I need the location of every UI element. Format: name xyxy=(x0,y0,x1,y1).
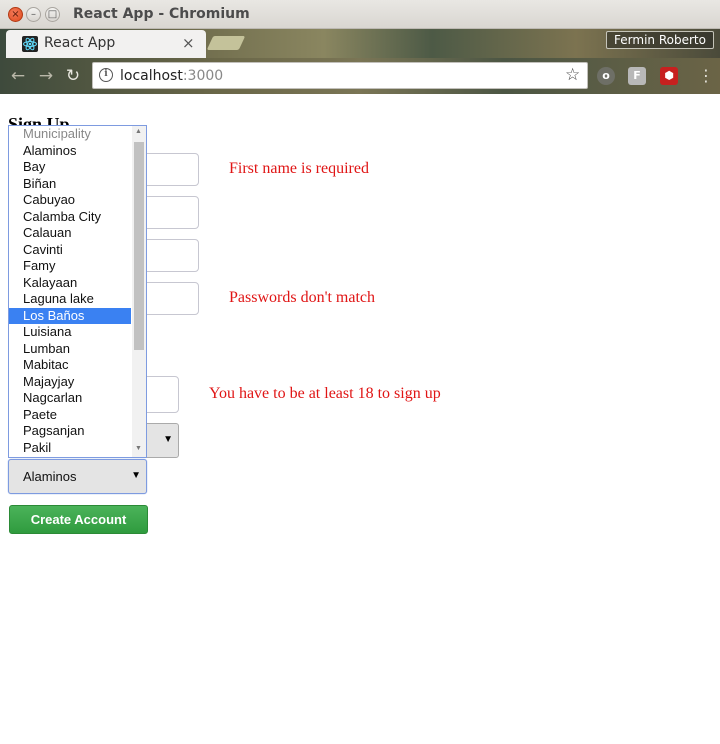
dropdown-option[interactable]: Nagcarlan xyxy=(9,390,131,407)
react-atom-icon xyxy=(22,36,38,52)
dropdown-option[interactable]: Paete xyxy=(9,407,131,424)
tab-close-icon[interactable]: × xyxy=(182,34,195,52)
dropdown-option[interactable]: Bay xyxy=(9,159,131,176)
municipality-select-value: Alaminos xyxy=(23,469,77,484)
url-port: :3000 xyxy=(182,68,224,84)
new-tab-button[interactable] xyxy=(206,36,246,50)
extension-red-icon[interactable]: ⬢ xyxy=(660,67,678,85)
dropdown-option[interactable]: Luisiana xyxy=(9,324,131,341)
url-host: localhost xyxy=(120,68,183,84)
dropdown-option[interactable]: Cabuyao xyxy=(9,192,131,209)
site-info-icon[interactable]: i xyxy=(99,68,113,82)
tab-react-app[interactable]: React App × xyxy=(6,30,206,58)
scroll-up-icon[interactable]: ▲ xyxy=(135,128,142,135)
age-error: You have to be at least 18 to sign up xyxy=(209,385,441,402)
extension-o-icon[interactable]: o xyxy=(597,67,615,85)
dropdown-option[interactable]: Biñan xyxy=(9,176,131,193)
dropdown-option[interactable]: Kalayaan xyxy=(9,275,131,292)
browser-toolbar: ← → ↻ i localhost:3000 ☆ o F ⬢ ⋮ xyxy=(0,58,720,94)
chevron-down-icon: ▼ xyxy=(131,470,141,481)
bookmark-star-icon[interactable]: ☆ xyxy=(565,65,580,85)
profile-button[interactable]: Fermin Roberto xyxy=(606,31,714,49)
window-close-button[interactable]: × xyxy=(8,7,23,22)
tab-strip: React App × Fermin Roberto xyxy=(0,29,720,58)
dropdown-option[interactable]: Laguna lake xyxy=(9,291,131,308)
dropdown-option[interactable]: Famy xyxy=(9,258,131,275)
dropdown-placeholder-option: Municipality xyxy=(23,126,91,141)
dropdown-scrollbar[interactable]: ▲ ▼ xyxy=(132,126,146,457)
url-text[interactable]: localhost:3000 xyxy=(120,68,223,84)
dropdown-option[interactable]: Majayjay xyxy=(9,374,131,391)
municipality-select[interactable]: Alaminos ▼ xyxy=(8,459,147,494)
browser-menu-icon[interactable]: ⋮ xyxy=(698,66,714,85)
municipality-dropdown-list[interactable]: ▲ ▼ Municipality Alaminos Bay Biñan Cabuyao C… xyxy=(8,125,147,458)
scroll-down-icon[interactable]: ▼ xyxy=(135,445,142,452)
dropdown-option[interactable]: Lumban xyxy=(9,341,131,358)
dropdown-option[interactable]: Los Baños xyxy=(9,307,131,324)
dropdown-option[interactable]: Alaminos xyxy=(9,143,131,160)
window-titlebar: × – □ React App - Chromium xyxy=(0,0,720,29)
chevron-down-icon: ▼ xyxy=(163,434,173,445)
forward-arrow-icon[interactable]: → xyxy=(36,66,56,86)
window-title: React App - Chromium xyxy=(73,6,250,22)
password-error: Passwords don't match xyxy=(229,289,375,306)
back-arrow-icon[interactable]: ← xyxy=(8,66,28,86)
create-account-button[interactable]: Create Account xyxy=(9,505,148,534)
extension-f-icon[interactable]: F xyxy=(628,67,646,85)
dropdown-scroll-thumb[interactable] xyxy=(134,142,144,350)
dropdown-option[interactable]: Pagsanjan xyxy=(9,423,131,440)
tab-title: React App xyxy=(44,35,116,51)
dropdown-option[interactable]: Cavinti xyxy=(9,242,131,259)
dropdown-option[interactable]: Calauan xyxy=(9,225,131,242)
dropdown-option[interactable]: Mabitac xyxy=(9,357,131,374)
first-name-error: First name is required xyxy=(229,160,369,177)
window-maximize-button[interactable]: □ xyxy=(45,7,60,22)
reload-icon[interactable]: ↻ xyxy=(63,66,83,86)
address-bar[interactable]: i localhost:3000 ☆ xyxy=(92,62,588,89)
window-minimize-button[interactable]: – xyxy=(26,7,41,22)
dropdown-option[interactable]: Pakil xyxy=(9,440,131,457)
dropdown-option[interactable]: Calamba City xyxy=(9,209,131,226)
